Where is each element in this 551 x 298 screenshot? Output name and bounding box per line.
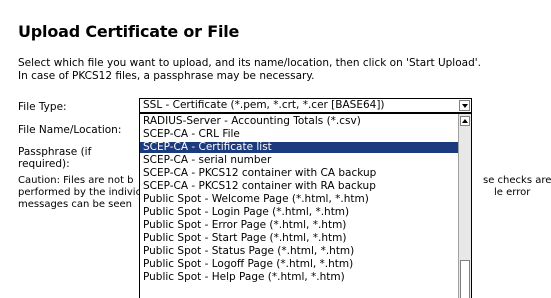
- file-name-label: File Name/Location:: [18, 124, 122, 136]
- intro-line-1: Select which file you want to upload, an…: [18, 57, 481, 69]
- scrollbar-thumb[interactable]: [460, 260, 470, 298]
- dropdown-option[interactable]: Public Spot - Error Page (*.html, *.htm): [140, 220, 458, 231]
- caution-line-1-right: se checks are: [483, 175, 551, 186]
- dropdown-option[interactable]: Public Spot - Welcome Page (*.html, *.ht…: [140, 194, 458, 205]
- caution-line-2-right: le error: [494, 187, 531, 198]
- dropdown-option[interactable]: SCEP-CA - PKCS12 container with RA backu…: [140, 181, 458, 192]
- file-type-dropdown-list[interactable]: RADIUS-Server - Accounting Totals (*.csv…: [139, 113, 472, 298]
- dropdown-option[interactable]: SCEP-CA - serial number: [140, 155, 458, 166]
- dropdown-option[interactable]: SCEP-CA - CRL File: [140, 129, 458, 140]
- intro-text: Select which file you want to upload, an…: [18, 57, 538, 83]
- passphrase-label: Passphrase (if required):: [18, 146, 91, 170]
- page-title: Upload Certificate or File: [18, 22, 240, 41]
- dropdown-arrow-icon[interactable]: [459, 100, 470, 111]
- intro-line-2: In case of PKCS12 files, a passphrase ma…: [18, 70, 315, 82]
- dropdown-option[interactable]: Public Spot - Status Page (*.html, *.htm…: [140, 246, 458, 257]
- dropdown-scrollbar[interactable]: [458, 114, 471, 298]
- dropdown-option[interactable]: Public Spot - Help Page (*.html, *.htm): [140, 272, 458, 283]
- dropdown-option[interactable]: RADIUS-Server - Accounting Totals (*.csv…: [140, 116, 458, 127]
- dropdown-option[interactable]: Public Spot - Start Page (*.html, *.htm): [140, 233, 458, 244]
- file-type-select[interactable]: SSL - Certificate (*.pem, *.crt, *.cer […: [139, 98, 472, 113]
- file-type-selected-value: SSL - Certificate (*.pem, *.crt, *.cer […: [143, 99, 385, 111]
- file-type-label: File Type:: [18, 101, 67, 113]
- passphrase-label-line2: required):: [18, 158, 70, 170]
- dropdown-option[interactable]: Public Spot - Logoff Page (*.html, *.htm…: [140, 259, 458, 270]
- passphrase-label-line1: Passphrase (if: [18, 146, 92, 158]
- dropdown-option[interactable]: Public Spot - Login Page (*.html, *.htm): [140, 207, 458, 218]
- dropdown-option[interactable]: SCEP-CA - PKCS12 container with CA backu…: [140, 168, 458, 179]
- dropdown-option-selected[interactable]: SCEP-CA - Certificate list: [140, 142, 458, 153]
- scroll-up-arrow-icon[interactable]: [460, 116, 470, 126]
